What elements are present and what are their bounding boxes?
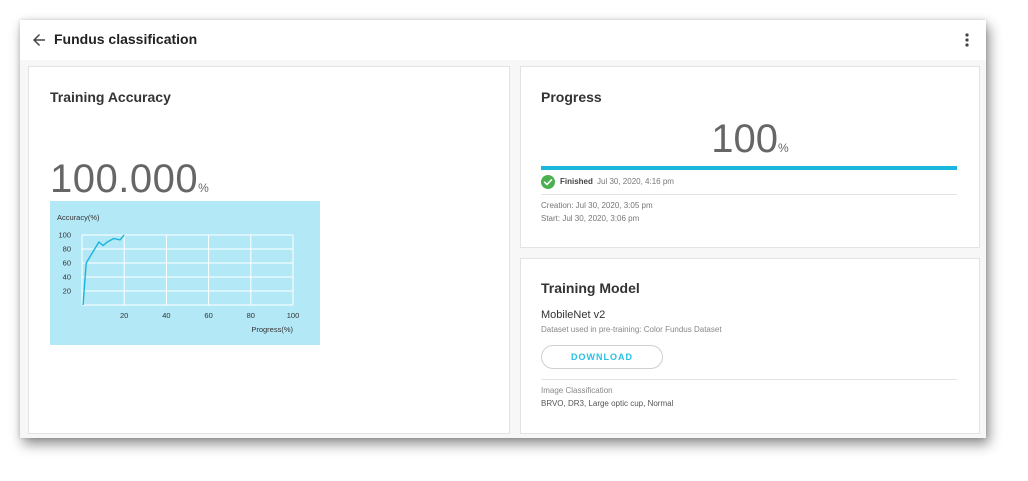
divider [541,379,957,380]
model-dataset: Dataset used in pre-training: Color Fund… [541,325,722,334]
x-tick-label: 100 [287,311,300,320]
y-axis-label: Accuracy(%) [57,213,100,222]
y-tick-label: 60 [63,259,71,268]
progress-number: 100 [711,117,779,161]
status-label: Finished [560,177,593,186]
accuracy-value: 100.000% [50,157,209,202]
accuracy-series-line [82,234,125,306]
progress-bar-fill [541,166,957,170]
top-bar: Fundus classification [20,20,986,60]
app-window: Fundus classification Training Accuracy … [20,20,986,438]
x-tick-label: 60 [204,311,212,320]
progress-bar [541,166,957,170]
divider [541,194,957,195]
model-name: MobileNet v2 [541,309,606,321]
training-model-card: Training Model MobileNet v2 Dataset used… [520,258,980,434]
training-accuracy-card: Training Accuracy 100.000% 20 40 60 80 100 20… [28,66,510,434]
check-circle-icon [541,175,555,189]
more-vert-icon[interactable] [960,31,974,49]
x-tick-label: 80 [247,311,255,320]
x-tick-label: 40 [162,311,170,320]
progress-value: 100% [521,117,979,162]
accuracy-number: 100.000 [50,157,199,201]
training-accuracy-title: Training Accuracy [50,89,171,105]
progress-card: Progress 100% Finished Jul 30, 2020, 4:1… [520,66,980,248]
progress-title: Progress [541,89,602,105]
x-axis-label: Progress(%) [251,325,293,334]
training-model-title: Training Model [541,280,640,296]
page-title: Fundus classification [54,31,198,47]
y-tick-label: 20 [63,287,71,296]
accuracy-chart-svg: 20 40 60 80 100 20 40 60 80 100 Accuracy(%) Progres… [57,213,300,334]
progress-unit: % [778,141,789,155]
accuracy-unit: % [198,181,209,195]
accuracy-chart: 20 40 60 80 100 20 40 60 80 100 Accuracy(%) Progres… [50,201,320,345]
class-labels: BRVO, DR3, Large optic cup, Normal [541,399,674,408]
y-tick-label: 80 [63,245,71,254]
y-tick-label: 40 [63,273,71,282]
download-button[interactable]: DOWNLOAD [541,345,663,369]
start-time: Start: Jul 30, 2020, 3:06 pm [541,214,640,223]
arrow-left-icon[interactable] [30,31,48,49]
x-tick-label: 20 [120,311,128,320]
creation-time: Creation: Jul 30, 2020, 3:05 pm [541,201,653,210]
y-tick-label: 100 [58,231,71,240]
task-type: Image Classification [541,386,613,395]
status-time: Jul 30, 2020, 4:16 pm [597,177,674,186]
